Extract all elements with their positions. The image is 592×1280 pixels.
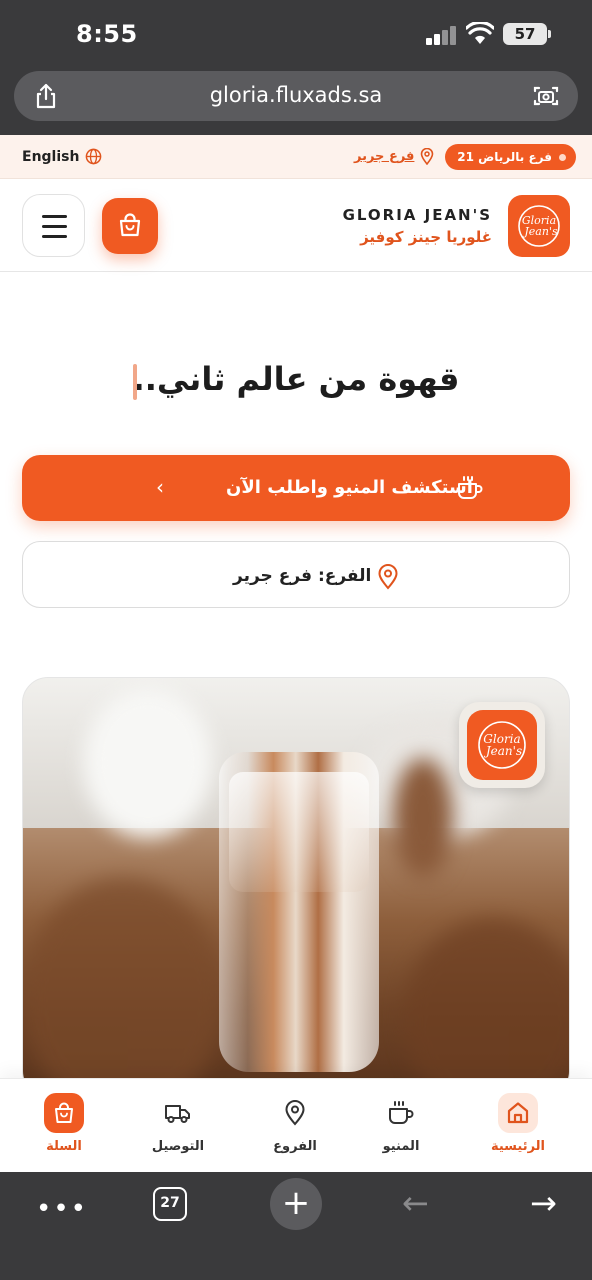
live-dot-icon: [559, 153, 566, 161]
url-text[interactable]: gloria.fluxads.sa: [14, 83, 578, 107]
menu-line-icon: [42, 215, 67, 218]
nav-item-cart[interactable]: السلة: [19, 1093, 109, 1154]
globe-icon: [86, 148, 102, 165]
nav-item-branches[interactable]: الفروع: [250, 1093, 340, 1154]
nav-item-home[interactable]: الرئيسية: [473, 1093, 563, 1154]
nav-item-menu[interactable]: المنيو: [356, 1093, 446, 1154]
gloria-jeans-logo-icon: Gloria Jean's: [478, 721, 526, 769]
nav-label-home: الرئيسية: [490, 1139, 546, 1154]
shopping-bag-icon: [119, 213, 141, 237]
chevron-left-icon: ‹: [156, 475, 164, 499]
gloria-jeans-logo-icon: Gloria Jean's: [518, 205, 560, 247]
brand-name-arabic: غلوريا جينز كوفيز: [360, 228, 492, 246]
page-capture-icon[interactable]: [532, 84, 560, 108]
site-header: GLORIA JEAN'S غلوريا جينز كوفيز Gloria J…: [0, 180, 592, 272]
status-time: 8:55: [76, 20, 138, 48]
cellular-signal-icon: [426, 25, 458, 45]
coffee-cup-icon: [458, 476, 483, 499]
hero-image-iced-latte: Gloria Jean's: [22, 677, 570, 1097]
branch-link-label[interactable]: فرع جرير: [354, 149, 414, 164]
nav-label-delivery: التوصيل: [151, 1139, 205, 1154]
language-switch[interactable]: English: [22, 148, 102, 165]
new-tab-plus-icon[interactable]: +: [270, 1178, 322, 1230]
tabs-button[interactable]: 27: [153, 1187, 187, 1221]
wifi-icon: [466, 22, 494, 44]
explore-menu-cta-button[interactable]: ‹ استكشف المنيو واطلب الآن: [22, 455, 570, 521]
delivery-truck-icon: [158, 1093, 198, 1133]
shopping-bag-icon: [44, 1093, 84, 1133]
nav-item-delivery[interactable]: التوصيل: [133, 1093, 223, 1154]
location-pin-icon: [421, 148, 434, 165]
menu-line-icon: [42, 235, 67, 238]
forward-arrow-icon[interactable]: →: [530, 1184, 557, 1222]
coffee-cup-icon: [381, 1093, 421, 1133]
typing-caret: [133, 364, 137, 400]
browser-top-chrome: 8:55 57 gloria.fluxads.sa: [0, 0, 592, 135]
iced-latte-glass: [219, 752, 379, 1072]
branches-count-pill[interactable]: 21 فرع بالرياض: [445, 144, 576, 170]
address-bar[interactable]: gloria.fluxads.sa: [14, 71, 578, 121]
nav-label-menu: المنيو: [382, 1139, 420, 1154]
browser-toolbar: ••• 27 + ← →: [0, 1172, 592, 1280]
language-label[interactable]: English: [22, 149, 79, 165]
current-branch-link[interactable]: فرع جرير: [354, 148, 434, 165]
branch-selector[interactable]: الفرع: فرع جرير: [22, 541, 570, 608]
more-options-icon[interactable]: •••: [36, 1194, 88, 1224]
nav-label-cart: السلة: [46, 1139, 82, 1154]
brand-logo[interactable]: Gloria Jean's: [508, 195, 570, 257]
status-bar: 8:55 57: [0, 0, 592, 66]
hero-headline: قهوة من عالم ثاني..: [132, 360, 460, 398]
nav-label-branches: الفروع: [273, 1139, 317, 1154]
bottom-navigation: السلة التوصيل الفروع المنيو الرئيسية: [0, 1078, 592, 1172]
logo-text-line2: Jean's: [522, 225, 558, 238]
location-pin-icon: [378, 564, 398, 590]
branches-count-label: 21 فرع بالرياض: [457, 150, 552, 164]
cart-button[interactable]: [102, 198, 158, 254]
location-pin-icon: [275, 1093, 315, 1133]
home-icon: [498, 1093, 538, 1133]
menu-line-icon: [42, 225, 67, 228]
top-info-strip: English فرع جرير 21 فرع بالرياض: [0, 135, 592, 179]
brand-name-english: GLORIA JEAN'S: [342, 206, 492, 224]
image-logo-badge: Gloria Jean's: [459, 702, 545, 788]
back-arrow-icon[interactable]: ←: [402, 1184, 429, 1222]
hamburger-menu-button[interactable]: [22, 194, 85, 257]
cta-label: استكشف المنيو واطلب الآن: [226, 477, 473, 498]
battery-indicator: 57: [503, 23, 551, 45]
logo-text-line2: Jean's: [483, 744, 522, 758]
branch-selector-label: الفرع: فرع جرير: [233, 566, 372, 586]
